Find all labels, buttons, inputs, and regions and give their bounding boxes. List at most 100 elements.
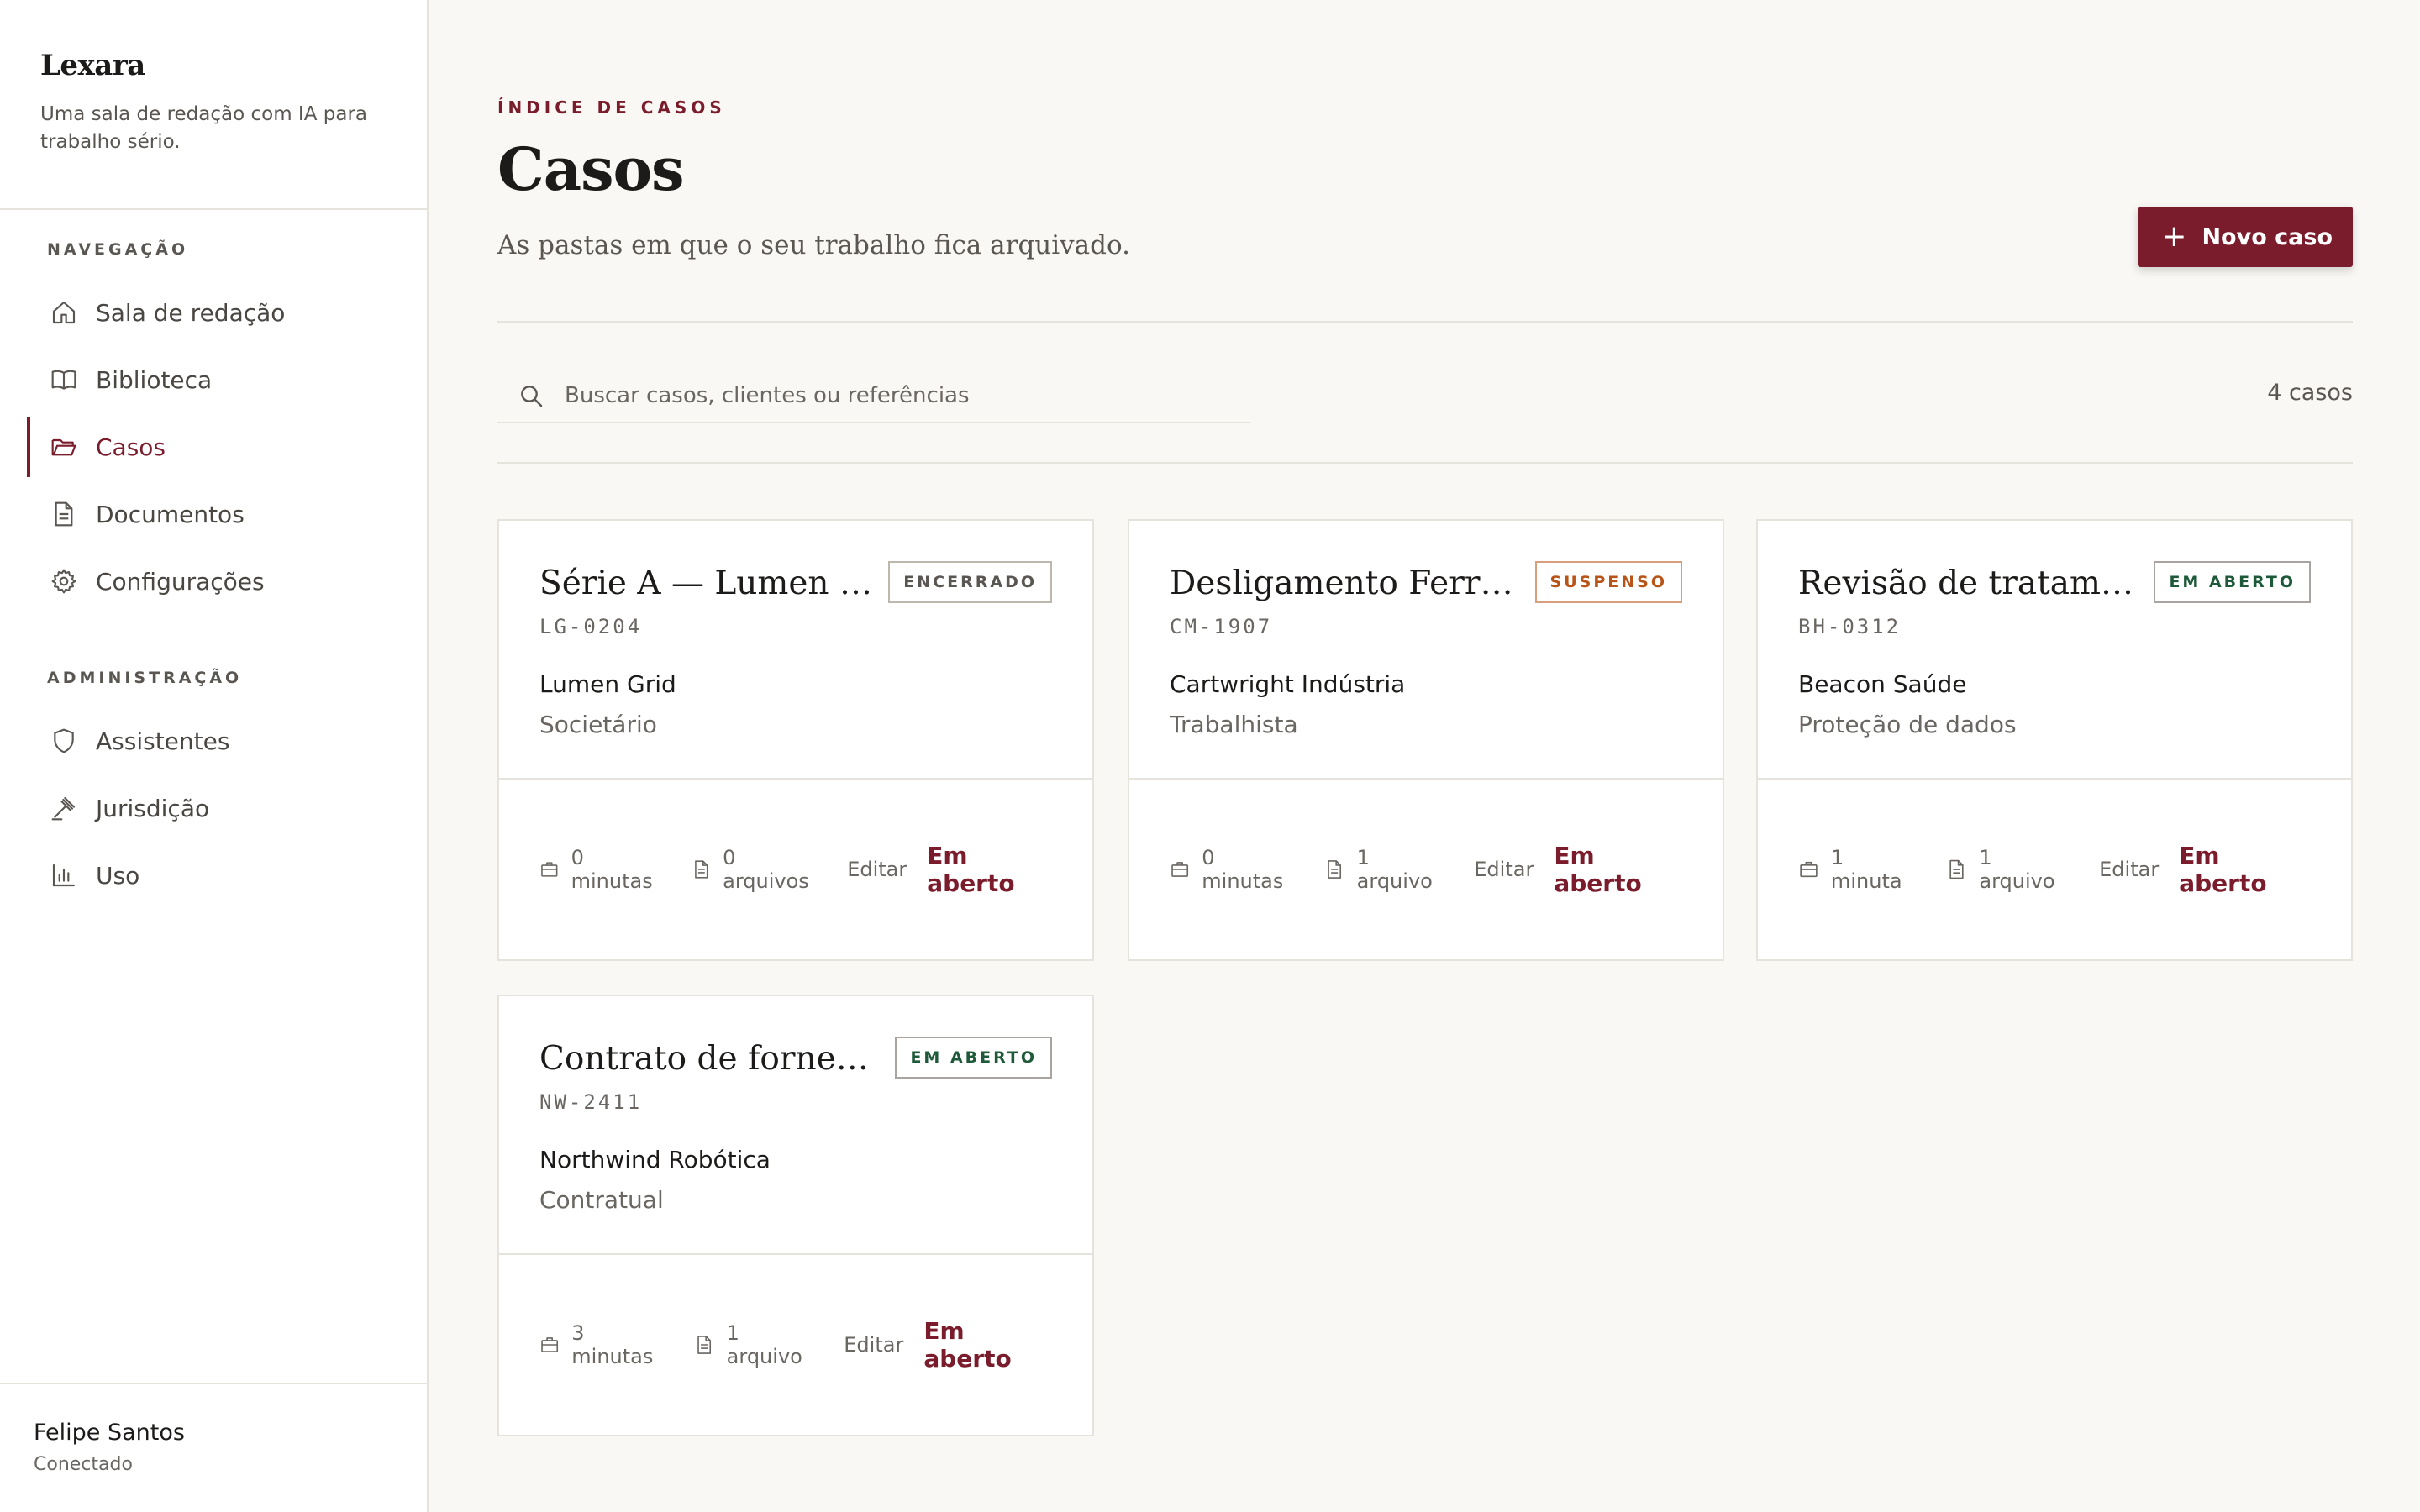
sidebar-divider bbox=[0, 208, 429, 210]
case-client: Cartwright Indústria bbox=[1170, 670, 1406, 698]
user-name: Felipe Santos bbox=[34, 1420, 185, 1446]
document-icon bbox=[697, 1336, 712, 1354]
document-icon bbox=[694, 860, 708, 879]
sidebar-item-biblioteca[interactable]: Biblioteca bbox=[27, 349, 405, 410]
files-count: 1 arquivo bbox=[1946, 846, 2070, 893]
home-icon bbox=[50, 299, 77, 326]
card-divider bbox=[1758, 778, 2351, 780]
search-input[interactable] bbox=[565, 383, 1220, 408]
sidebar-item-label: Documentos bbox=[96, 500, 245, 528]
edit-link[interactable]: Editar bbox=[2099, 858, 2159, 881]
card-divider bbox=[499, 1253, 1092, 1255]
case-card[interactable]: Revisão de tratame... EM ABERTO BH-0312 … bbox=[1756, 519, 2353, 961]
shield-icon bbox=[50, 727, 77, 754]
case-reference: BH-0312 bbox=[1798, 615, 1902, 638]
sidebar-item-configuracoes[interactable]: Configurações bbox=[27, 551, 405, 612]
edit-link[interactable]: Editar bbox=[1474, 858, 1534, 881]
brand-tagline: Uma sala de redação com IA para trabalho… bbox=[40, 103, 368, 153]
search-icon bbox=[518, 382, 544, 409]
user-block[interactable]: Felipe Santos Conectado bbox=[34, 1420, 185, 1475]
status-link[interactable]: Em aberto bbox=[923, 1317, 1052, 1373]
briefcase-icon bbox=[541, 862, 558, 877]
edit-link[interactable]: Editar bbox=[844, 1333, 903, 1357]
user-status: Conectado bbox=[34, 1454, 133, 1475]
sidebar-item-uso[interactable]: Uso bbox=[27, 845, 405, 906]
edit-link[interactable]: Editar bbox=[847, 858, 907, 881]
brand: Lexara Uma sala de redação com IA para t… bbox=[40, 49, 393, 156]
sidebar-item-sala-de-redacao[interactable]: Sala de redação bbox=[27, 282, 405, 343]
sidebar-item-assistentes[interactable]: Assistentes bbox=[27, 711, 405, 771]
sidebar-item-jurisdicao[interactable]: Jurisdição bbox=[27, 778, 405, 838]
minutes-count: 0 minutas bbox=[539, 846, 663, 893]
case-reference: CM-1907 bbox=[1170, 615, 1273, 638]
sidebar-item-label: Configurações bbox=[96, 567, 265, 596]
status-link[interactable]: Em aberto bbox=[927, 842, 1052, 897]
gear-icon bbox=[50, 568, 77, 595]
page-eyebrow: ÍNDICE DE CASOS bbox=[497, 97, 726, 118]
new-case-button-label: Novo caso bbox=[2202, 223, 2333, 250]
case-title: Revisão de tratame... bbox=[1798, 564, 2144, 602]
card-footer: 1 minuta 1 arquivo Editar Em aberto bbox=[1798, 842, 2311, 897]
case-client: Beacon Saúde bbox=[1798, 670, 1967, 698]
sidebar-item-label: Uso bbox=[96, 861, 140, 890]
case-reference: NW-2411 bbox=[539, 1090, 643, 1114]
page-subtitle: As pastas em que o seu trabalho fica arq… bbox=[497, 230, 1130, 260]
case-title: Série A — Lumen G... bbox=[539, 564, 886, 602]
status-badge: SUSPENSO bbox=[1534, 561, 1682, 603]
card-footer: 3 minutas 1 arquivo Editar Em aberto bbox=[539, 1317, 1052, 1373]
sidebar-item-casos[interactable]: Casos bbox=[27, 417, 405, 477]
card-footer: 0 minutas 0 arquivos Editar Em aberto bbox=[539, 842, 1052, 897]
briefcase-icon bbox=[1800, 861, 1818, 878]
gavel-icon bbox=[50, 795, 77, 822]
search-bar bbox=[497, 370, 1250, 423]
header-divider bbox=[497, 321, 2353, 323]
nav-section-label: NAVEGAÇÃO bbox=[47, 240, 189, 259]
case-area: Proteção de dados bbox=[1798, 711, 2017, 738]
case-client: Northwind Robótica bbox=[539, 1146, 771, 1173]
case-title: Desligamento Ferrari bbox=[1170, 564, 1516, 602]
status-link[interactable]: Em aberto bbox=[1554, 842, 1682, 897]
bar-chart-icon bbox=[50, 862, 77, 889]
briefcase-icon bbox=[1171, 862, 1189, 877]
sidebar-item-label: Casos bbox=[96, 433, 166, 461]
case-card[interactable]: Série A — Lumen G... ENCERRADO LG-0204 L… bbox=[497, 519, 1094, 961]
plus-icon: + bbox=[2161, 219, 2187, 254]
status-badge: ENCERRADO bbox=[888, 561, 1052, 603]
minutes-label: 0 minutas bbox=[571, 846, 653, 893]
files-label: 1 arquivo bbox=[726, 1321, 802, 1368]
files-count: 1 arquivo bbox=[1324, 846, 1445, 893]
sidebar-item-label: Assistentes bbox=[96, 727, 230, 755]
minutes-count: 1 minuta bbox=[1798, 846, 1918, 893]
status-link[interactable]: Em aberto bbox=[2179, 842, 2311, 897]
case-card[interactable]: Desligamento Ferrari SUSPENSO CM-1907 Ca… bbox=[1128, 519, 1724, 961]
status-badge: EM ABERTO bbox=[2154, 561, 2311, 603]
case-title: Contrato de forneci... bbox=[539, 1040, 886, 1078]
new-case-button[interactable]: + Novo caso bbox=[2138, 207, 2353, 267]
sidebar-footer-divider bbox=[0, 1383, 429, 1384]
status-badge: EM ABERTO bbox=[895, 1037, 1052, 1079]
files-label: 0 arquivos bbox=[723, 846, 809, 893]
document-icon bbox=[1328, 860, 1342, 879]
document-icon bbox=[1949, 859, 1965, 879]
main-content: ÍNDICE DE CASOS Casos As pastas em que o… bbox=[497, 0, 2353, 1512]
minutes-label: 0 minutas bbox=[1202, 846, 1284, 893]
sidebar-item-documentos[interactable]: Documentos bbox=[27, 484, 405, 544]
files-label: 1 arquivo bbox=[1979, 846, 2055, 893]
case-area: Trabalhista bbox=[1170, 711, 1298, 738]
sidebar: Lexara Uma sala de redação com IA para t… bbox=[0, 0, 429, 1512]
minutes-count: 3 minutas bbox=[539, 1321, 666, 1368]
case-reference: LG-0204 bbox=[539, 615, 643, 638]
case-count: 4 casos bbox=[2267, 380, 2353, 406]
card-footer: 0 minutas 1 arquivo Editar Em aberto bbox=[1170, 842, 1682, 897]
page-title: Casos bbox=[497, 134, 685, 204]
files-count: 0 arquivos bbox=[692, 846, 819, 893]
brand-logo-text[interactable]: Lexara bbox=[40, 49, 393, 82]
briefcase-icon bbox=[541, 1337, 559, 1352]
case-card[interactable]: Contrato de forneci... EM ABERTO NW-2411… bbox=[497, 995, 1094, 1436]
folder-icon bbox=[50, 433, 77, 460]
minutes-label: 3 minutas bbox=[571, 1321, 654, 1368]
sidebar-item-label: Jurisdição bbox=[96, 794, 210, 822]
card-divider bbox=[499, 778, 1092, 780]
case-area: Contratual bbox=[539, 1186, 664, 1214]
minutes-count: 0 minutas bbox=[1170, 846, 1296, 893]
